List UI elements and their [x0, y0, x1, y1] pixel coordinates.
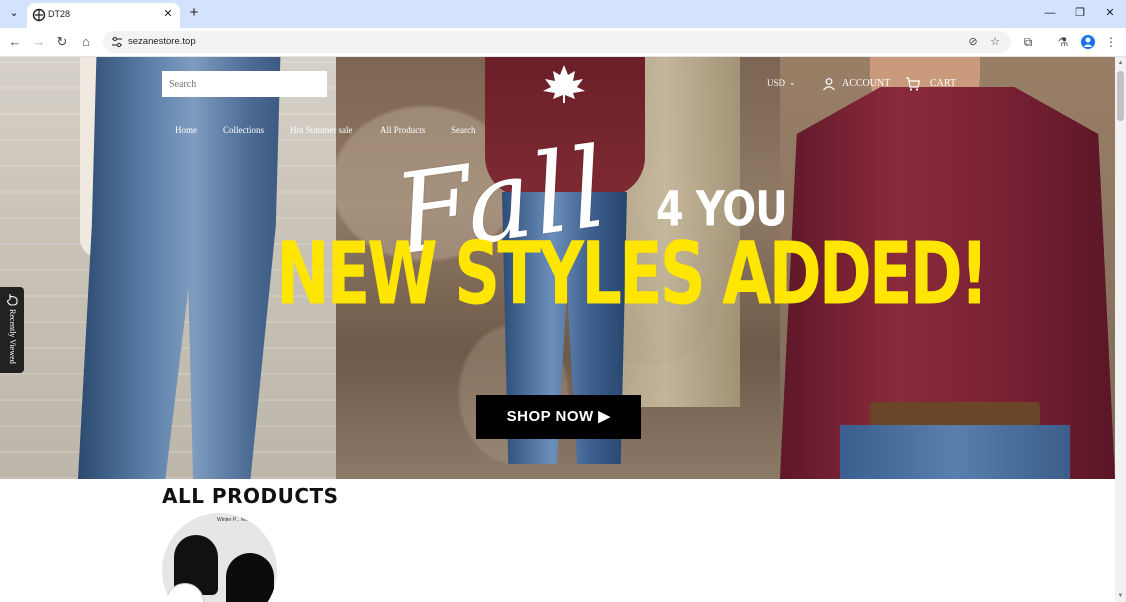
section-title: ALL PRODUCTS — [162, 484, 339, 508]
hero-headline: NEW STYLES ADDED! — [276, 225, 989, 325]
user-icon[interactable] — [822, 77, 836, 91]
tune-icon[interactable] — [110, 35, 124, 49]
eye-off-icon[interactable]: ⊘ — [965, 34, 981, 50]
nav-all-products[interactable]: All Products — [380, 125, 425, 135]
kebab-menu-icon[interactable]: ⋮ — [1103, 34, 1119, 50]
url-text: sezanestore.top — [128, 36, 196, 47]
browser-toolbar: ← → ↻ ⌂ sezanestore.top ⊘ ☆ ⧉ ⚗ ⋮ — [0, 28, 1126, 57]
store-icon — [32, 8, 46, 22]
scroll-down-icon[interactable]: ▼ — [1117, 592, 1124, 600]
nav-search[interactable]: Search — [451, 125, 476, 135]
close-window-icon[interactable]: ✕ — [1100, 4, 1120, 22]
browser-tab[interactable]: DT28 ✕ — [27, 3, 180, 28]
back-arrow-icon[interactable]: ← — [7, 34, 23, 50]
star-icon[interactable]: ☆ — [987, 34, 1003, 50]
plus-icon[interactable]: + — [186, 5, 202, 21]
nav-hot-summer-sale[interactable]: Hot Summer sale — [290, 125, 353, 135]
pointer-hand-icon — [6, 294, 18, 306]
profile-icon[interactable] — [1080, 34, 1096, 50]
page-scrollbar[interactable]: ▲ ▼ — [1115, 57, 1126, 602]
forward-arrow-icon[interactable]: → — [31, 34, 47, 50]
beanie-image — [226, 553, 274, 602]
search-input[interactable] — [162, 71, 327, 97]
flask-icon[interactable]: ⚗ — [1055, 34, 1071, 50]
account-link[interactable]: ACCOUNT — [842, 78, 890, 89]
chevron-down-icon[interactable]: ⌄ — [6, 5, 22, 21]
hero-jeans-right — [840, 425, 1070, 479]
maple-leaf-logo-icon[interactable] — [541, 63, 587, 105]
minimize-icon[interactable]: — — [1040, 4, 1060, 22]
scroll-up-icon[interactable]: ▲ — [1117, 59, 1124, 67]
puzzle-icon[interactable]: ⧉ — [1020, 34, 1036, 50]
product-thumbnail[interactable]: Winter P... Monster h... — [162, 513, 277, 602]
scroll-thumb[interactable] — [1117, 71, 1124, 121]
chevron-down-icon[interactable]: ⌄ — [789, 78, 796, 87]
recently-viewed-label: Recently Viewed — [8, 309, 17, 364]
cart-link[interactable]: CART — [930, 78, 956, 89]
reload-icon[interactable]: ↻ — [54, 34, 70, 50]
page-viewport: Fall 4 YOU NEW STYLES ADDED! SHOP NOW ▶ … — [0, 57, 1126, 602]
hero-belt — [870, 402, 1040, 426]
nav-home[interactable]: Home — [175, 125, 197, 135]
home-icon[interactable]: ⌂ — [78, 34, 94, 50]
cart-icon[interactable] — [905, 76, 921, 92]
browser-tab-bar: ⌄ DT28 ✕ + — ❐ ✕ — [0, 0, 1126, 28]
nav-collections[interactable]: Collections — [223, 125, 264, 135]
thumbnail-caption: Winter P... Monster h... — [217, 517, 268, 523]
currency-select[interactable]: USD — [767, 78, 785, 88]
tab-title: DT28 — [48, 9, 71, 19]
hero-banner[interactable]: Fall 4 YOU NEW STYLES ADDED! SHOP NOW ▶ — [0, 57, 1115, 479]
address-bar[interactable]: sezanestore.top ⊘ ☆ — [103, 31, 1011, 53]
close-icon[interactable]: ✕ — [161, 7, 175, 21]
restore-icon[interactable]: ❐ — [1070, 4, 1090, 22]
shop-now-button[interactable]: SHOP NOW ▶ — [476, 395, 641, 439]
recently-viewed-tab[interactable]: Recently Viewed — [0, 287, 24, 373]
